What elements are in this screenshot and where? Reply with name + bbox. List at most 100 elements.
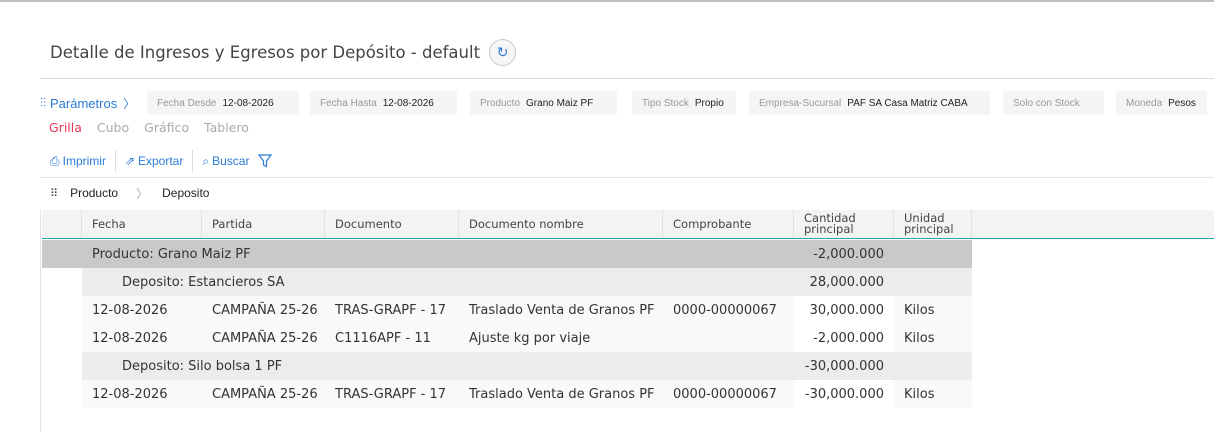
fecha-cell: 12-08-2026 xyxy=(92,330,168,346)
param-label: Solo con Stock xyxy=(1013,97,1080,109)
export-label: Exportar xyxy=(138,154,184,168)
group-row-producto[interactable]: Producto: Grano Maiz PF -2,000.000 xyxy=(42,240,972,268)
toolbar: ⎙ Imprimir ⇗ Exportar ⌕ Buscar xyxy=(50,150,281,172)
param-value: 12-08-2026 xyxy=(382,97,434,109)
group-chip-deposito[interactable]: Deposito xyxy=(162,186,209,200)
view-tabs: Grilla Cubo Gráfico Tablero xyxy=(49,120,264,135)
comprobante-cell xyxy=(663,324,673,352)
filter-icon xyxy=(258,154,273,168)
partida-cell: CAMPAÑA 25-26 xyxy=(212,330,318,346)
refresh-button[interactable]: ↻ xyxy=(489,38,517,66)
export-button[interactable]: ⇗ Exportar xyxy=(125,154,192,168)
tab-cubo[interactable]: Cubo xyxy=(97,120,129,135)
param-label: Tipo Stock xyxy=(642,97,689,109)
param-label: Producto xyxy=(480,97,521,109)
param-fecha-desde[interactable]: Fecha Desde 12-08-2026 xyxy=(147,91,299,115)
parameters-toggle[interactable]: ⫶⫶ Parámetros 〉 xyxy=(40,95,140,112)
data-grid: Fecha Partida Documento Documento nombre… xyxy=(42,210,1214,408)
toolbar-divider xyxy=(40,177,1214,178)
partida-cell: CAMPAÑA 25-26 xyxy=(212,302,318,318)
cantidad-cell: -2,000.000 xyxy=(813,246,884,262)
fecha-cell: 12-08-2026 xyxy=(92,386,168,402)
table-row[interactable]: 12-08-2026 CAMPAÑA 25-26 TRAS-GRAPF - 17… xyxy=(82,380,972,408)
search-button[interactable]: ⌕ Buscar xyxy=(202,154,258,169)
toolbar-separator xyxy=(192,150,194,172)
param-value: 12-08-2026 xyxy=(222,97,274,109)
param-value: Grano Maiz PF xyxy=(526,97,594,109)
cantidad-cell: -30,000.000 xyxy=(794,380,894,408)
documento-cell: TRAS-GRAPF - 17 xyxy=(335,302,447,318)
cantidad-cell: -30,000.000 xyxy=(804,358,884,374)
grid-left-border xyxy=(40,210,41,432)
tab-grafico[interactable]: Gráfico xyxy=(144,120,189,135)
group-row-deposito[interactable]: Deposito: Silo bolsa 1 PF -30,000.000 xyxy=(82,352,972,380)
group-chip-producto[interactable]: Producto xyxy=(70,186,118,200)
group-row-deposito[interactable]: Deposito: Estancieros SA 28,000.000 xyxy=(82,268,972,296)
param-value: PAF SA Casa Matriz CABA xyxy=(847,97,968,109)
partida-cell: CAMPAÑA 25-26 xyxy=(212,386,318,402)
search-label: Buscar xyxy=(212,154,250,168)
unidad-cell: Kilos xyxy=(904,302,935,318)
doc-nombre-cell: Traslado Venta de Granos PF xyxy=(469,302,655,318)
param-label: Fecha Desde xyxy=(157,97,217,109)
fecha-cell: 12-08-2026 xyxy=(92,302,168,318)
param-label: Empresa-Sucursal xyxy=(759,97,842,109)
grid-dots-icon[interactable]: ⠿ xyxy=(50,187,58,200)
col-unidad-principal[interactable]: Unidad principal xyxy=(894,210,972,238)
refresh-icon: ↻ xyxy=(496,43,509,60)
grid-header: Fecha Partida Documento Documento nombre… xyxy=(42,210,1214,239)
col-cantidad-principal[interactable]: Cantidad principal xyxy=(794,210,894,238)
toolbar-separator xyxy=(114,150,116,172)
col-documento-nombre[interactable]: Documento nombre xyxy=(459,210,663,238)
col-partida[interactable]: Partida xyxy=(202,210,325,238)
tab-tablero[interactable]: Tablero xyxy=(204,120,249,135)
documento-cell: C1116APF - 11 xyxy=(335,330,431,346)
page-title: Detalle de Ingresos y Egresos por Depósi… xyxy=(50,42,481,62)
param-value: Propio xyxy=(694,97,724,109)
doc-nombre-cell: Ajuste kg por viaje xyxy=(469,330,591,346)
printer-icon: ⎙ xyxy=(50,153,60,168)
col-comprobante[interactable]: Comprobante xyxy=(663,210,794,238)
chevron-right-icon: 〉 xyxy=(123,96,136,111)
table-row[interactable]: 12-08-2026 CAMPAÑA 25-26 C1116APF - 11 A… xyxy=(82,324,972,352)
parameters-label: Parámetros xyxy=(50,95,118,111)
filter-button[interactable] xyxy=(258,154,281,168)
param-label: Moneda xyxy=(1126,97,1163,109)
param-label: Fecha Hasta xyxy=(320,97,377,109)
param-solo-con-stock[interactable]: Solo con Stock xyxy=(1003,91,1104,115)
param-moneda[interactable]: Moneda Pesos xyxy=(1116,91,1207,115)
chevron-right-icon: 〉 xyxy=(136,186,149,201)
header-spacer xyxy=(42,210,82,238)
col-fecha[interactable]: Fecha xyxy=(82,210,202,238)
col-documento[interactable]: Documento xyxy=(325,210,459,238)
grouping-bar: ⠿ Producto 〉 Deposito xyxy=(50,184,209,202)
unidad-cell: Kilos xyxy=(904,386,935,402)
print-label: Imprimir xyxy=(62,154,106,168)
doc-nombre-cell: Traslado Venta de Granos PF xyxy=(469,386,655,402)
cantidad-cell: 30,000.000 xyxy=(794,296,894,324)
print-button[interactable]: ⎙ Imprimir xyxy=(50,154,115,169)
table-row[interactable]: 12-08-2026 CAMPAÑA 25-26 TRAS-GRAPF - 17… xyxy=(82,296,972,324)
documento-cell: TRAS-GRAPF - 17 xyxy=(335,386,447,402)
top-border xyxy=(0,0,1214,2)
title-row: Detalle de Ingresos y Egresos por Depósi… xyxy=(50,38,517,66)
param-tipo-stock[interactable]: Tipo Stock Propio xyxy=(632,91,736,115)
comprobante-cell: 0000-00000067 xyxy=(673,386,777,402)
cantidad-cell: 28,000.000 xyxy=(809,274,884,290)
search-icon: ⌕ xyxy=(202,153,210,168)
cantidad-cell: -2,000.000 xyxy=(794,324,894,352)
group-label: Deposito: Estancieros SA xyxy=(122,274,285,290)
group-label: Producto: Grano Maiz PF xyxy=(92,246,251,262)
comprobante-cell: 0000-00000067 xyxy=(673,302,777,318)
tab-grilla[interactable]: Grilla xyxy=(49,120,82,135)
title-divider xyxy=(40,78,1214,79)
params-row: ⫶⫶ Parámetros 〉 xyxy=(40,91,140,115)
param-fecha-hasta[interactable]: Fecha Hasta 12-08-2026 xyxy=(310,91,457,115)
external-link-icon: ⇗ xyxy=(124,154,135,168)
group-label: Deposito: Silo bolsa 1 PF xyxy=(122,358,283,374)
unidad-cell: Kilos xyxy=(904,330,935,346)
param-empresa-sucursal[interactable]: Empresa-Sucursal PAF SA Casa Matriz CABA xyxy=(749,91,990,115)
param-producto[interactable]: Producto Grano Maiz PF xyxy=(470,91,617,115)
param-value: Pesos xyxy=(1168,97,1196,109)
sliders-icon: ⫶⫶ xyxy=(40,95,47,110)
